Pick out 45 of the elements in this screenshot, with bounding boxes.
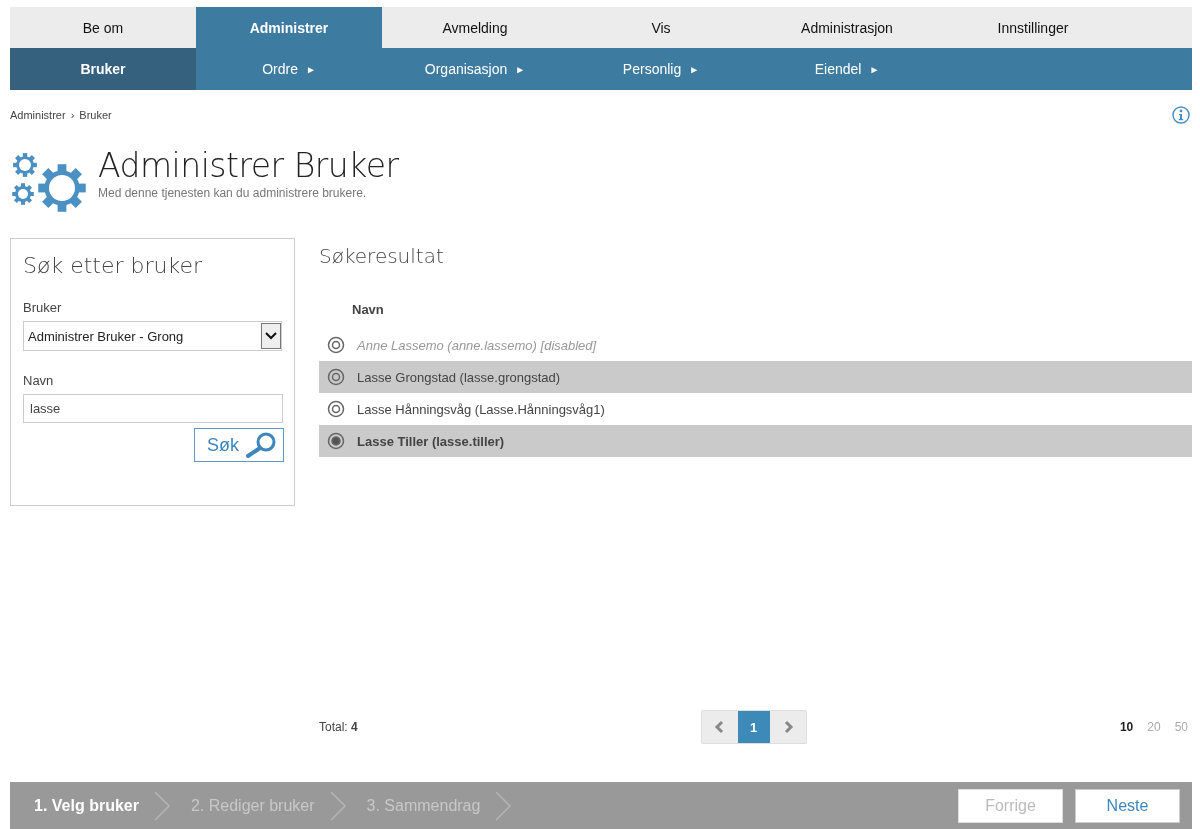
info-icon[interactable] [1172,106,1190,124]
radio-button[interactable] [327,400,345,418]
chevron-icon [494,789,513,822]
next-button[interactable]: Neste [1075,788,1180,823]
page-size-link[interactable]: 10 [1119,720,1134,734]
menu-tab[interactable]: Be om [10,7,196,48]
chevron-icon [328,789,347,822]
breadcrumb-link[interactable]: Bruker [79,109,112,121]
user-dropdown[interactable]: Administrer Bruker - Grong [23,321,282,351]
caret-icon [261,323,281,349]
search-icon [243,432,277,458]
menu-tab[interactable]: Vis [568,7,754,48]
menu-tab[interactable]: Administrer [196,7,382,48]
menu-tab[interactable]: Innstillinger [940,7,1126,48]
result-row[interactable]: Lasse Tiller (lasse.tiller) [319,425,1192,457]
menu-tab[interactable]: Administrasjon [754,7,940,48]
column-header: Navn [352,302,385,317]
field-label: Bruker [23,300,63,315]
panel-title: Søk etter bruker [23,253,203,278]
menu-tab[interactable]: Avmelding [382,7,568,48]
radio-button[interactable] [327,432,345,450]
submenu-item[interactable]: Organisasjon ► [382,48,568,90]
submenu-item[interactable]: Bruker [10,48,196,90]
name-field[interactable]: lasse [23,394,283,423]
total-label: Total: [319,720,348,734]
breadcrumb-link[interactable]: Administrer [10,109,66,121]
submenu-item[interactable]: Personlig ► [568,48,754,90]
radio-button[interactable] [327,368,345,386]
submenu-item[interactable]: Eiendel ► [754,48,940,90]
user-name: Lasse Hånningsvåg (Lasse.Hånningsvåg1) [357,401,605,417]
page-number[interactable]: 1 [737,711,770,743]
chevron-icon [152,789,171,822]
page-title: Administrer Bruker [98,146,399,186]
section-title: Søkeresultat [319,244,445,270]
submenu-item[interactable]: Ordre ► [196,48,382,90]
page-subtitle: Med denne tjenesten kan du administrere brukere. [98,186,368,200]
field-label: Navn [23,373,55,388]
result-row[interactable]: Lasse Grongstad (lasse.grongstad) [319,361,1192,393]
user-name: Lasse Grongstad (lasse.grongstad) [357,369,561,385]
user-name: Lasse Tiller (lasse.tiller) [357,433,505,449]
search-button[interactable]: Søk [194,428,284,462]
wizard-step: 1. Velg bruker [34,796,139,815]
total-count: 4 [351,720,358,734]
breadcrumb-separator: › [70,109,75,121]
user-name: Anne Lassemo (anne.lassemo) [disabled] [357,337,597,353]
